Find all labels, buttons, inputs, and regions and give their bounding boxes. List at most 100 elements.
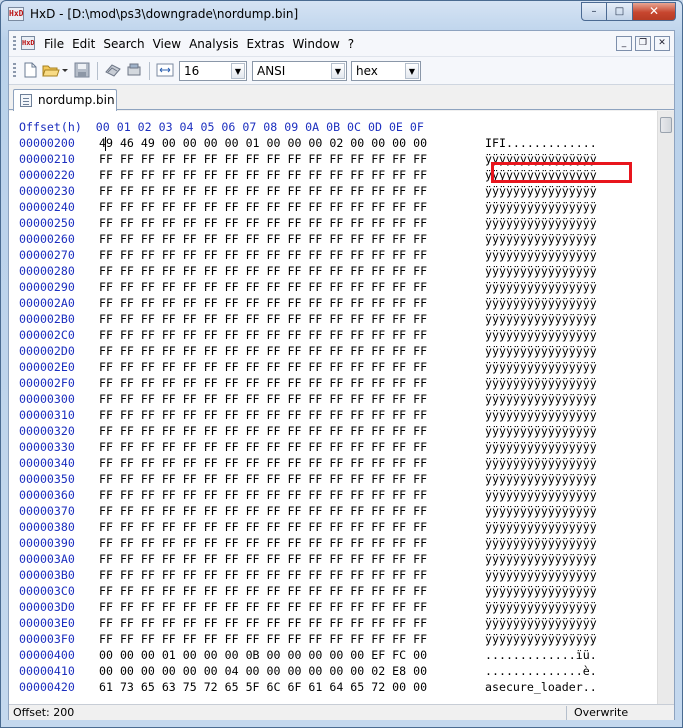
row-ascii[interactable]: ÿÿÿÿÿÿÿÿÿÿÿÿÿÿÿÿ [485, 519, 597, 535]
row-hex-bytes[interactable]: FF FF FF FF FF FF FF FF FF FF FF FF FF F… [99, 167, 485, 183]
row-ascii[interactable]: ÿÿÿÿÿÿÿÿÿÿÿÿÿÿÿÿ [485, 231, 597, 247]
document-icon[interactable]: HxD [21, 36, 35, 50]
vertical-scrollbar[interactable] [657, 111, 674, 704]
close-button[interactable]: ✕ [633, 2, 676, 21]
table-row[interactable]: 000002A0 FF FF FF FF FF FF FF FF FF FF FF… [19, 295, 597, 311]
menu-search[interactable]: Search [99, 37, 148, 51]
table-row[interactable]: 00000290 FF FF FF FF FF FF FF FF FF FF FF… [19, 279, 597, 295]
menu-window[interactable]: Window [288, 37, 343, 51]
row-hex-bytes[interactable]: FF FF FF FF FF FF FF FF FF FF FF FF FF F… [99, 471, 485, 487]
row-ascii[interactable]: ÿÿÿÿÿÿÿÿÿÿÿÿÿÿÿÿ [485, 247, 597, 263]
row-ascii[interactable]: ÿÿÿÿÿÿÿÿÿÿÿÿÿÿÿÿ [485, 279, 597, 295]
row-hex-bytes[interactable]: FF FF FF FF FF FF FF FF FF FF FF FF FF F… [99, 279, 485, 295]
charset-select[interactable]: ANSI ▼ [252, 61, 347, 81]
menu-view[interactable]: View [149, 37, 185, 51]
menu-extras[interactable]: Extras [243, 37, 289, 51]
bytes-per-row-select[interactable]: 16 ▼ [179, 61, 247, 81]
table-row[interactable]: 00000340 FF FF FF FF FF FF FF FF FF FF FF… [19, 455, 597, 471]
table-row[interactable]: 00000230 FF FF FF FF FF FF FF FF FF FF FF… [19, 183, 597, 199]
row-hex-bytes[interactable]: FF FF FF FF FF FF FF FF FF FF FF FF FF F… [99, 583, 485, 599]
table-row[interactable]: 000002B0 FF FF FF FF FF FF FF FF FF FF FF… [19, 311, 597, 327]
table-row[interactable]: 000002D0 FF FF FF FF FF FF FF FF FF FF FF… [19, 343, 597, 359]
row-hex-bytes[interactable]: FF FF FF FF FF FF FF FF FF FF FF FF FF F… [99, 423, 485, 439]
row-ascii[interactable]: ÿÿÿÿÿÿÿÿÿÿÿÿÿÿÿÿ [485, 311, 597, 327]
row-hex-bytes[interactable]: FF FF FF FF FF FF FF FF FF FF FF FF FF F… [99, 343, 485, 359]
row-hex-bytes[interactable]: FF FF FF FF FF FF FF FF FF FF FF FF FF F… [99, 519, 485, 535]
table-row[interactable]: 00000310 FF FF FF FF FF FF FF FF FF FF FF… [19, 407, 597, 423]
menu-help[interactable]: ? [344, 37, 358, 51]
row-hex-bytes[interactable]: FF FF FF FF FF FF FF FF FF FF FF FF FF F… [99, 263, 485, 279]
row-hex-bytes[interactable]: FF FF FF FF FF FF FF FF FF FF FF FF FF F… [99, 391, 485, 407]
open-disk-icon[interactable] [104, 61, 122, 79]
table-row[interactable]: 000002E0 FF FF FF FF FF FF FF FF FF FF FF… [19, 359, 597, 375]
row-hex-bytes[interactable]: FF FF FF FF FF FF FF FF FF FF FF FF FF F… [99, 327, 485, 343]
row-hex-bytes[interactable]: FF FF FF FF FF FF FF FF FF FF FF FF FF F… [99, 487, 485, 503]
row-hex-bytes[interactable]: FF FF FF FF FF FF FF FF FF FF FF FF FF F… [99, 503, 485, 519]
table-row[interactable]: 00000410 00 00 00 00 00 00 04 00 00 00 00… [19, 663, 597, 679]
table-row[interactable]: 000003B0 FF FF FF FF FF FF FF FF FF FF FF… [19, 567, 597, 583]
row-ascii[interactable]: ÿÿÿÿÿÿÿÿÿÿÿÿÿÿÿÿ [485, 423, 597, 439]
table-row[interactable]: 000003A0 FF FF FF FF FF FF FF FF FF FF FF… [19, 551, 597, 567]
row-ascii[interactable]: ÿÿÿÿÿÿÿÿÿÿÿÿÿÿÿÿ [485, 391, 597, 407]
mdi-minimize-button[interactable]: _ [616, 36, 632, 51]
row-ascii[interactable]: ..............è. [485, 663, 597, 679]
row-hex-bytes[interactable]: FF FF FF FF FF FF FF FF FF FF FF FF FF F… [99, 247, 485, 263]
row-hex-bytes[interactable]: FF FF FF FF FF FF FF FF FF FF FF FF FF F… [99, 439, 485, 455]
row-ascii[interactable]: IFI............. [485, 135, 597, 151]
row-hex-bytes[interactable]: FF FF FF FF FF FF FF FF FF FF FF FF FF F… [99, 615, 485, 631]
row-hex-bytes[interactable]: FF FF FF FF FF FF FF FF FF FF FF FF FF F… [99, 311, 485, 327]
row-hex-bytes[interactable]: FF FF FF FF FF FF FF FF FF FF FF FF FF F… [99, 359, 485, 375]
table-row[interactable]: 000003E0 FF FF FF FF FF FF FF FF FF FF FF… [19, 615, 597, 631]
row-ascii[interactable]: ÿÿÿÿÿÿÿÿÿÿÿÿÿÿÿÿ [485, 599, 597, 615]
table-row[interactable]: 00000380 FF FF FF FF FF FF FF FF FF FF FF… [19, 519, 597, 535]
row-ascii[interactable]: ÿÿÿÿÿÿÿÿÿÿÿÿÿÿÿÿ [485, 375, 597, 391]
title-bar[interactable]: HxD HxD - [D:\mod\ps3\downgrade\nordump.… [1, 1, 682, 29]
row-hex-bytes[interactable]: FF FF FF FF FF FF FF FF FF FF FF FF FF F… [99, 455, 485, 471]
table-row[interactable]: 00000350 FF FF FF FF FF FF FF FF FF FF FF… [19, 471, 597, 487]
row-ascii[interactable]: ÿÿÿÿÿÿÿÿÿÿÿÿÿÿÿÿ [485, 183, 597, 199]
row-ascii[interactable]: ÿÿÿÿÿÿÿÿÿÿÿÿÿÿÿÿ [485, 631, 597, 647]
table-row[interactable]: 00000400 00 00 00 01 00 00 00 0B 00 00 00… [19, 647, 597, 663]
row-ascii[interactable]: ÿÿÿÿÿÿÿÿÿÿÿÿÿÿÿÿ [485, 455, 597, 471]
row-hex-bytes[interactable]: 00 00 00 00 00 00 04 00 00 00 00 00 00 0… [99, 663, 485, 679]
row-ascii[interactable]: ÿÿÿÿÿÿÿÿÿÿÿÿÿÿÿÿ [485, 263, 597, 279]
row-hex-bytes[interactable]: 61 73 65 63 75 72 65 5F 6C 6F 61 64 65 7… [99, 679, 485, 695]
menu-file[interactable]: File [40, 37, 68, 51]
table-row[interactable]: 00000330 FF FF FF FF FF FF FF FF FF FF FF… [19, 439, 597, 455]
row-ascii[interactable]: ÿÿÿÿÿÿÿÿÿÿÿÿÿÿÿÿ [485, 343, 597, 359]
table-row[interactable]: 00000300 FF FF FF FF FF FF FF FF FF FF FF… [19, 391, 597, 407]
open-folder-icon[interactable] [42, 61, 60, 79]
row-hex-bytes[interactable]: FF FF FF FF FF FF FF FF FF FF FF FF FF F… [99, 551, 485, 567]
hex-editor[interactable]: Offset(h) 00 01 02 03 04 05 06 07 08 09 … [9, 111, 674, 704]
new-file-icon[interactable] [21, 61, 39, 79]
row-ascii[interactable]: ÿÿÿÿÿÿÿÿÿÿÿÿÿÿÿÿ [485, 487, 597, 503]
row-hex-bytes[interactable]: FF FF FF FF FF FF FF FF FF FF FF FF FF F… [99, 215, 485, 231]
offset-base-select[interactable]: hex ▼ [351, 61, 421, 81]
row-ascii[interactable]: ÿÿÿÿÿÿÿÿÿÿÿÿÿÿÿÿ [485, 295, 597, 311]
row-ascii[interactable]: .............ïü. [485, 647, 597, 663]
row-hex-bytes[interactable]: FF FF FF FF FF FF FF FF FF FF FF FF FF F… [99, 199, 485, 215]
table-row[interactable]: 000003D0 FF FF FF FF FF FF FF FF FF FF FF… [19, 599, 597, 615]
minimize-button[interactable]: – [581, 2, 607, 21]
open-ram-icon[interactable] [125, 61, 143, 79]
row-hex-bytes[interactable]: FF FF FF FF FF FF FF FF FF FF FF FF FF F… [99, 295, 485, 311]
row-hex-bytes[interactable]: FF FF FF FF FF FF FF FF FF FF FF FF FF F… [99, 183, 485, 199]
row-hex-bytes[interactable]: FF FF FF FF FF FF FF FF FF FF FF FF FF F… [99, 151, 485, 167]
tab-nordump[interactable]: nordump.bin [13, 89, 117, 111]
table-row[interactable]: 00000240 FF FF FF FF FF FF FF FF FF FF FF… [19, 199, 597, 215]
row-ascii[interactable]: ÿÿÿÿÿÿÿÿÿÿÿÿÿÿÿÿ [485, 199, 597, 215]
row-hex-bytes[interactable]: FF FF FF FF FF FF FF FF FF FF FF FF FF F… [99, 535, 485, 551]
table-row[interactable]: 00000370 FF FF FF FF FF FF FF FF FF FF FF… [19, 503, 597, 519]
table-row[interactable]: 00000280 FF FF FF FF FF FF FF FF FF FF FF… [19, 263, 597, 279]
row-hex-bytes[interactable]: FF FF FF FF FF FF FF FF FF FF FF FF FF F… [99, 567, 485, 583]
mdi-close-button[interactable]: ✕ [654, 36, 670, 51]
table-row[interactable]: 00000390 FF FF FF FF FF FF FF FF FF FF FF… [19, 535, 597, 551]
table-row[interactable]: 000002C0 FF FF FF FF FF FF FF FF FF FF FF… [19, 327, 597, 343]
menu-analysis[interactable]: Analysis [185, 37, 242, 51]
row-ascii[interactable]: ÿÿÿÿÿÿÿÿÿÿÿÿÿÿÿÿ [485, 359, 597, 375]
table-row[interactable]: 00000270 FF FF FF FF FF FF FF FF FF FF FF… [19, 247, 597, 263]
table-row[interactable]: 000003C0 FF FF FF FF FF FF FF FF FF FF FF… [19, 583, 597, 599]
row-hex-bytes[interactable]: FF FF FF FF FF FF FF FF FF FF FF FF FF F… [99, 231, 485, 247]
table-row[interactable]: 00000260 FF FF FF FF FF FF FF FF FF FF FF… [19, 231, 597, 247]
mdi-restore-button[interactable]: ❐ [635, 36, 651, 51]
